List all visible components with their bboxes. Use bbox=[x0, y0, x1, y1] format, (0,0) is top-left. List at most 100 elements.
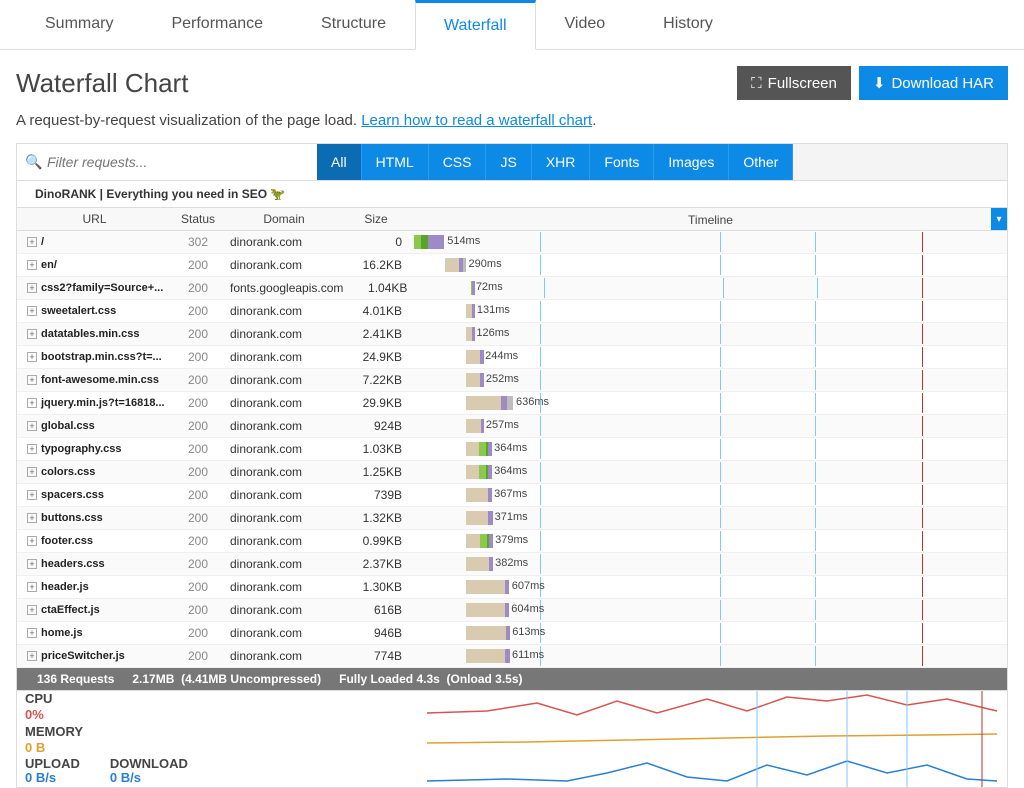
table-row[interactable]: +spacers.css200dinorank.com739B367ms bbox=[17, 484, 1007, 507]
expand-icon[interactable]: + bbox=[27, 467, 37, 477]
cpu-label: CPU bbox=[25, 691, 52, 706]
expand-icon[interactable]: + bbox=[27, 306, 37, 316]
expand-icon[interactable]: + bbox=[27, 582, 37, 592]
tab-video[interactable]: Video bbox=[536, 0, 635, 49]
row-status: 200 bbox=[172, 530, 224, 552]
row-url-text: / bbox=[41, 236, 44, 248]
row-url-text: typography.css bbox=[41, 443, 122, 455]
expand-icon[interactable]: + bbox=[27, 352, 37, 362]
row-domain: dinorank.com bbox=[224, 599, 344, 621]
row-timing: 257ms bbox=[486, 419, 519, 431]
table-row[interactable]: +datatables.min.css200dinorank.com2.41KB… bbox=[17, 323, 1007, 346]
tab-history[interactable]: History bbox=[634, 0, 742, 49]
filter-xhr[interactable]: XHR bbox=[532, 144, 591, 180]
row-domain: dinorank.com bbox=[224, 645, 344, 667]
expand-icon[interactable]: + bbox=[27, 237, 37, 247]
row-status: 200 bbox=[172, 507, 224, 529]
table-row[interactable]: +sweetalert.css200dinorank.com4.01KB131m… bbox=[17, 300, 1007, 323]
filter-html[interactable]: HTML bbox=[362, 144, 429, 180]
table-row[interactable]: +buttons.css200dinorank.com1.32KB371ms bbox=[17, 507, 1007, 530]
expand-icon[interactable]: + bbox=[27, 421, 37, 431]
row-status: 302 bbox=[172, 231, 224, 253]
table-row[interactable]: +jquery.min.js?t=16818...200dinorank.com… bbox=[17, 392, 1007, 415]
row-timeline: 72ms bbox=[419, 278, 1007, 298]
row-domain: dinorank.com bbox=[224, 254, 344, 276]
upload-value: 0 B/s bbox=[25, 771, 80, 785]
expand-icon[interactable]: + bbox=[27, 329, 37, 339]
row-status: 200 bbox=[172, 553, 224, 575]
row-timing: 244ms bbox=[485, 350, 518, 362]
row-timeline: 611ms bbox=[414, 646, 1007, 666]
filter-fonts[interactable]: Fonts bbox=[590, 144, 654, 180]
filter-js[interactable]: JS bbox=[486, 144, 531, 180]
download-har-button[interactable]: ⬇ Download HAR bbox=[859, 66, 1008, 100]
expand-icon[interactable]: + bbox=[27, 375, 37, 385]
row-domain: dinorank.com bbox=[224, 300, 344, 322]
table-row[interactable]: +home.js200dinorank.com946B613ms bbox=[17, 622, 1007, 645]
filter-all[interactable]: All bbox=[317, 144, 362, 180]
expand-icon[interactable]: + bbox=[27, 260, 37, 270]
table-row[interactable]: +colors.css200dinorank.com1.25KB364ms bbox=[17, 461, 1007, 484]
table-row[interactable]: +ctaEffect.js200dinorank.com616B604ms bbox=[17, 599, 1007, 622]
filter-css[interactable]: CSS bbox=[429, 144, 487, 180]
table-row[interactable]: +priceSwitcher.js200dinorank.com774B611m… bbox=[17, 645, 1007, 668]
col-header-domain[interactable]: Domain bbox=[224, 208, 344, 230]
row-timeline: 252ms bbox=[414, 370, 1007, 390]
row-timing: 604ms bbox=[511, 603, 544, 615]
expand-icon[interactable]: + bbox=[27, 651, 37, 661]
fullscreen-button[interactable]: ⛶ Fullscreen bbox=[737, 66, 851, 100]
row-domain: dinorank.com bbox=[224, 392, 344, 414]
filter-input[interactable] bbox=[17, 144, 317, 180]
page-label: DinoRANK | Everything you need in SEO 🦖 bbox=[16, 181, 1008, 207]
tab-performance[interactable]: Performance bbox=[142, 0, 292, 49]
row-timeline: 364ms bbox=[414, 462, 1007, 482]
table-row[interactable]: +headers.css200dinorank.com2.37KB382ms bbox=[17, 553, 1007, 576]
row-size: 1.32KB bbox=[344, 507, 414, 529]
tab-waterfall[interactable]: Waterfall bbox=[415, 0, 536, 50]
row-size: 0 bbox=[344, 231, 414, 253]
row-timing: 371ms bbox=[495, 511, 528, 523]
col-header-timeline[interactable]: Timeline bbox=[414, 209, 1007, 229]
table-row[interactable]: +typography.css200dinorank.com1.03KB364m… bbox=[17, 438, 1007, 461]
table-row[interactable]: +css2?family=Source+...200fonts.googleap… bbox=[17, 277, 1007, 300]
row-url-text: en/ bbox=[41, 259, 57, 271]
expand-icon[interactable]: + bbox=[27, 628, 37, 638]
row-size: 946B bbox=[344, 622, 414, 644]
expand-icon[interactable]: + bbox=[27, 605, 37, 615]
col-header-size[interactable]: Size bbox=[344, 208, 414, 230]
table-row[interactable]: +font-awesome.min.css200dinorank.com7.22… bbox=[17, 369, 1007, 392]
row-timeline: 514ms bbox=[414, 232, 1007, 252]
table-row[interactable]: +/302dinorank.com0514ms bbox=[17, 231, 1007, 254]
tab-summary[interactable]: Summary bbox=[16, 0, 142, 49]
learn-link[interactable]: Learn how to read a waterfall chart bbox=[361, 112, 592, 129]
table-row[interactable]: +header.js200dinorank.com1.30KB607ms bbox=[17, 576, 1007, 599]
scroll-down-button[interactable]: ▾ bbox=[991, 208, 1007, 230]
row-status: 200 bbox=[172, 369, 224, 391]
row-status: 200 bbox=[172, 415, 224, 437]
row-timeline: 290ms bbox=[414, 255, 1007, 275]
table-row[interactable]: +footer.css200dinorank.com0.99KB379ms bbox=[17, 530, 1007, 553]
memory-value: 0 B bbox=[25, 740, 45, 755]
row-domain: dinorank.com bbox=[224, 461, 344, 483]
row-url-text: global.css bbox=[41, 420, 95, 432]
table-row[interactable]: +en/200dinorank.com16.2KB290ms bbox=[17, 254, 1007, 277]
filter-other[interactable]: Other bbox=[729, 144, 793, 180]
col-header-url[interactable]: URL bbox=[17, 208, 172, 230]
expand-icon[interactable]: + bbox=[27, 283, 37, 293]
expand-icon[interactable]: + bbox=[27, 444, 37, 454]
row-timeline: 367ms bbox=[414, 485, 1007, 505]
row-domain: dinorank.com bbox=[224, 323, 344, 345]
expand-icon[interactable]: + bbox=[27, 513, 37, 523]
tab-structure[interactable]: Structure bbox=[292, 0, 415, 49]
expand-icon[interactable]: + bbox=[27, 536, 37, 546]
row-url-text: ctaEffect.js bbox=[41, 604, 100, 616]
col-header-status[interactable]: Status bbox=[172, 208, 224, 230]
expand-icon[interactable]: + bbox=[27, 398, 37, 408]
expand-icon[interactable]: + bbox=[27, 490, 37, 500]
table-row[interactable]: +global.css200dinorank.com924B257ms bbox=[17, 415, 1007, 438]
page-title: Waterfall Chart bbox=[16, 68, 188, 99]
table-row[interactable]: +bootstrap.min.css?t=...200dinorank.com2… bbox=[17, 346, 1007, 369]
expand-icon[interactable]: + bbox=[27, 559, 37, 569]
filter-images[interactable]: Images bbox=[654, 144, 729, 180]
row-domain: dinorank.com bbox=[224, 369, 344, 391]
